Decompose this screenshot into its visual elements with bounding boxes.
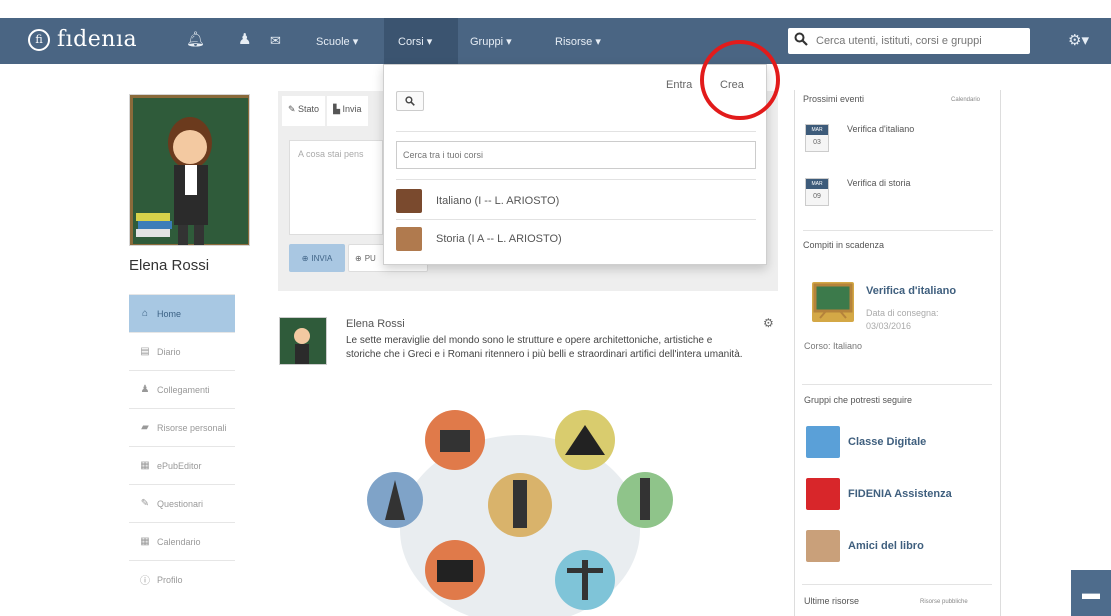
side-item-collegamenti[interactable]: ♟ Collegamenti xyxy=(129,370,235,408)
side-item-calendario[interactable]: ▦ Calendario xyxy=(129,522,235,560)
logo-text: fıdenıa xyxy=(57,27,138,52)
latest-resources-title: Ultime risorse xyxy=(804,596,860,606)
group-name: Amici del libro xyxy=(848,540,924,552)
status-textarea[interactable]: A cosa stai pens xyxy=(289,140,383,235)
divider xyxy=(396,219,756,220)
side-navigation: ⌂ Home ▤ Diario ♟ Collegamenti ▰ Risorse… xyxy=(129,294,235,598)
divider xyxy=(396,179,756,180)
edit-icon: ✎ xyxy=(140,498,150,509)
menu-risorse[interactable]: Risorse ▾ xyxy=(555,35,601,48)
group-name: Classe Digitale xyxy=(848,436,927,448)
search-icon xyxy=(405,96,415,106)
group-item-amici-del-libro[interactable]: Amici del libro xyxy=(806,530,924,562)
side-item-label: Risorse personali xyxy=(157,422,227,433)
teacher-thumbnail xyxy=(280,318,326,364)
dropdown-search-button[interactable] xyxy=(396,91,424,111)
user-icon[interactable]: ♟ xyxy=(238,32,251,48)
group-item-fidenia-assistenza[interactable]: FIDENIA Assistenza xyxy=(806,478,952,510)
side-item-label: Questionari xyxy=(157,498,204,509)
event-title[interactable]: Verifica di storia xyxy=(847,178,911,188)
calendar-icon: ▦ xyxy=(140,536,150,547)
divider xyxy=(803,230,993,231)
post-author[interactable]: Elena Rossi xyxy=(346,318,405,330)
book-icon: ▦ xyxy=(140,460,150,471)
group-thumbnail xyxy=(806,478,840,510)
events-title: Prossimi eventi xyxy=(803,94,865,104)
side-item-home[interactable]: ⌂ Home xyxy=(129,294,235,332)
divider xyxy=(802,584,992,585)
group-thumbnail xyxy=(806,426,840,458)
post-settings-gear-icon[interactable]: ⚙ xyxy=(763,316,774,330)
folder-icon: ▰ xyxy=(141,422,149,433)
divider xyxy=(396,131,756,132)
entra-link[interactable]: Entra xyxy=(666,79,692,91)
course-thumbnail xyxy=(396,227,422,251)
public-resources-link[interactable]: Risorse pubbliche xyxy=(920,599,968,605)
group-name: FIDENIA Assistenza xyxy=(848,488,952,500)
teacher-illustration xyxy=(130,95,249,245)
course-thumbnail xyxy=(396,189,422,213)
group-item-classe-digitale[interactable]: Classe Digitale xyxy=(806,426,926,458)
event-date-badge: MAR 09 xyxy=(805,178,829,206)
seven-wonders-illustration xyxy=(367,410,673,616)
home-icon: ⌂ xyxy=(141,308,149,319)
side-item-diario[interactable]: ▤ Diario xyxy=(129,332,235,370)
event-date-badge: MAR 03 xyxy=(805,124,829,152)
post-text: Le sette meraviglie del mondo sono le st… xyxy=(346,335,743,360)
tab-stato[interactable]: ✎ Stato xyxy=(282,96,326,126)
assignment-course: Corso: Italiano xyxy=(804,341,863,351)
side-item-profilo[interactable]: ⓘ Profilo xyxy=(129,560,235,598)
group-thumbnail xyxy=(806,530,840,562)
info-icon: ⓘ xyxy=(140,576,150,587)
search-icon xyxy=(794,32,808,46)
menu-scuole[interactable]: Scuole ▾ xyxy=(316,35,358,48)
side-item-label: Profilo xyxy=(157,574,183,585)
divider xyxy=(802,384,992,385)
course-label: Italiano (I -- L. ARIOSTO) xyxy=(436,195,560,207)
highlight-circle xyxy=(700,40,780,120)
side-item-label: Diario xyxy=(157,346,181,357)
side-item-label: Home xyxy=(157,308,182,319)
course-item-italiano[interactable]: Italiano (I -- L. ARIOSTO) xyxy=(396,183,756,219)
due-assignments-title: Compiti in scadenza xyxy=(803,240,885,250)
side-item-risorse-personali[interactable]: ▰ Risorse personali xyxy=(129,408,235,446)
side-item-label: Collegamenti xyxy=(157,384,210,395)
menu-corsi[interactable]: Corsi ▾ xyxy=(398,35,432,48)
assignment-thumbnail[interactable] xyxy=(812,282,854,322)
global-search xyxy=(788,28,1030,54)
side-item-epubeditor[interactable]: ▦ ePubEditor xyxy=(129,446,235,484)
chalkboard-icon xyxy=(813,283,853,319)
tab-invia[interactable]: ▙ Invia xyxy=(327,96,368,126)
event-title[interactable]: Verifica d'italiano xyxy=(847,124,914,134)
fidenia-logo[interactable]: fi fıdenıa xyxy=(28,27,137,52)
envelope-icon[interactable]: ✉ xyxy=(270,33,281,49)
assignment-due-date: Data di consegna: 03/03/2016 xyxy=(866,308,939,331)
side-item-label: ePubEditor xyxy=(157,460,202,471)
calendar-link[interactable]: Calendario xyxy=(951,97,980,103)
menu-gruppi[interactable]: Gruppi ▾ xyxy=(470,35,512,48)
logo-mark: fi xyxy=(28,28,50,51)
course-item-storia[interactable]: Storia (I A -- L. ARIOSTO) xyxy=(396,221,756,257)
user-icon: ♟ xyxy=(140,384,150,395)
global-search-input[interactable] xyxy=(816,32,1024,50)
chat-icon[interactable]: ▬ xyxy=(1071,570,1111,616)
diary-icon: ▤ xyxy=(140,346,150,357)
assignment-title[interactable]: Verifica d'italiano xyxy=(866,285,956,297)
suggested-groups-title: Gruppi che potresti seguire xyxy=(804,395,913,405)
invia-button[interactable]: ⊕ INVIA xyxy=(289,244,345,272)
bell-icon[interactable]: 🔔︎ xyxy=(186,32,205,48)
side-item-questionari[interactable]: ✎ Questionari xyxy=(129,484,235,522)
side-item-label: Calendario xyxy=(157,536,201,547)
settings-gear-icon[interactable]: ⚙▾ xyxy=(1068,31,1089,49)
course-label: Storia (I A -- L. ARIOSTO) xyxy=(436,233,562,245)
composer-tabs: ✎ Stato ▙ Invia xyxy=(282,96,370,126)
course-search-input[interactable] xyxy=(396,141,756,169)
profile-avatar[interactable] xyxy=(129,94,250,246)
post-author-avatar[interactable] xyxy=(279,317,327,365)
top-navbar: fi fıdenıa 🔔︎ ♟ ✉ Scuole ▾ Corsi ▾ Grupp… xyxy=(0,18,1111,64)
profile-name[interactable]: Elena Rossi xyxy=(129,257,209,274)
